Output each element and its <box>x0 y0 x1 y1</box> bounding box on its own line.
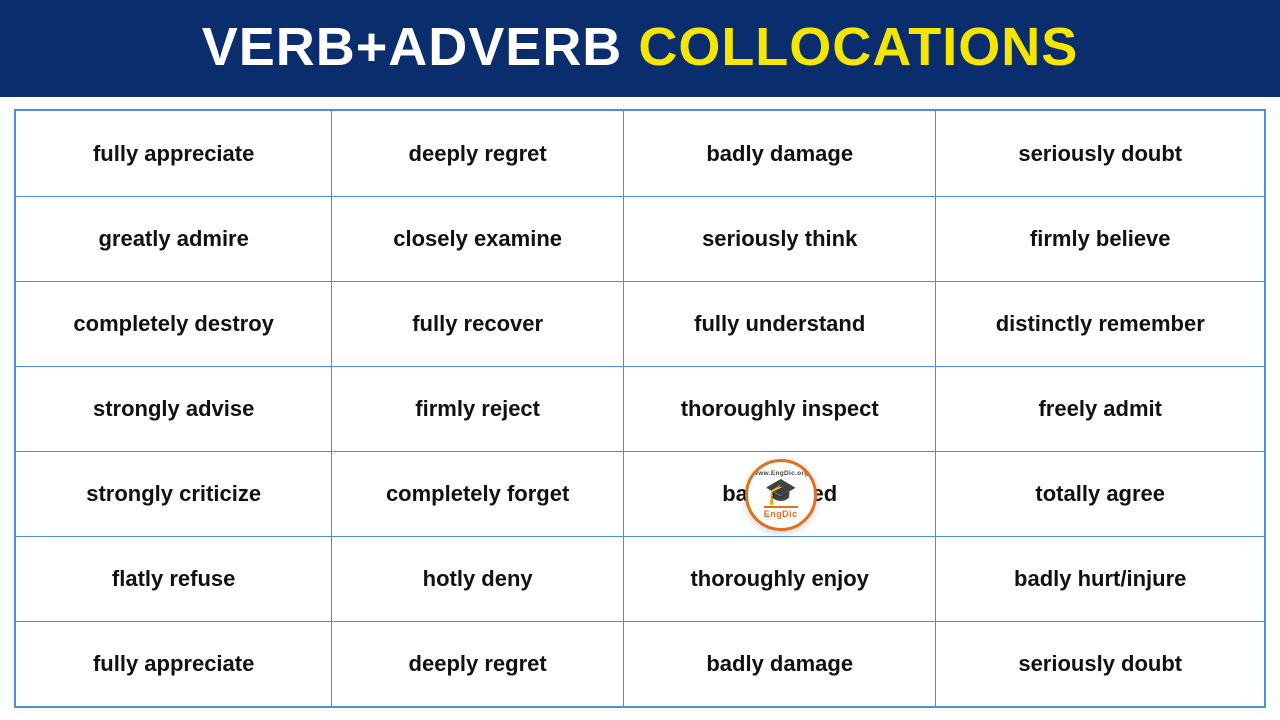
table-cell: strongly criticize <box>15 451 332 536</box>
table-cell: badly damage <box>623 621 936 707</box>
title-yellow-part: COLLOCATIONS <box>622 17 1078 77</box>
table-cell: deeply regret <box>332 621 624 707</box>
page-title: VERB+ADVERB COLLOCATIONS <box>202 18 1079 77</box>
table-cell: seriously think <box>623 196 936 281</box>
title-white-part: VERB+ADVERB <box>202 17 623 77</box>
page-wrapper: VERB+ADVERB COLLOCATIONS fully appreciat… <box>0 0 1280 720</box>
table-cell: firmly believe <box>936 196 1265 281</box>
table-cell: freely admit <box>936 366 1265 451</box>
table-cell: completely destroy <box>15 281 332 366</box>
table-cell: deeply regret <box>332 110 624 196</box>
table-cell: seriously doubt <box>936 110 1265 196</box>
table-cell: completely forget <box>332 451 624 536</box>
table-cell: firmly reject <box>332 366 624 451</box>
table-cell: badly damage <box>623 110 936 196</box>
table-cell: badly hurt/injure <box>936 536 1265 621</box>
table-cell: fully appreciate <box>15 621 332 707</box>
table-cell: badly need www.EngDic.org 🎓 EngDic <box>623 451 936 536</box>
table-cell: strongly advise <box>15 366 332 451</box>
table-cell: closely examine <box>332 196 624 281</box>
table-cell: fully recover <box>332 281 624 366</box>
header: VERB+ADVERB COLLOCATIONS <box>0 0 1280 97</box>
table-cell: seriously doubt <box>936 621 1265 707</box>
engdic-logo: www.EngDic.org 🎓 EngDic <box>745 459 815 529</box>
table-cell: totally agree <box>936 451 1265 536</box>
table-container: fully appreciatedeeply regretbadly damag… <box>0 97 1280 720</box>
table-cell: flatly refuse <box>15 536 332 621</box>
table-cell: fully appreciate <box>15 110 332 196</box>
table-cell: distinctly remember <box>936 281 1265 366</box>
table-cell: fully understand <box>623 281 936 366</box>
table-cell: thoroughly inspect <box>623 366 936 451</box>
table-cell: thoroughly enjoy <box>623 536 936 621</box>
collocations-table: fully appreciatedeeply regretbadly damag… <box>14 109 1266 708</box>
table-cell: greatly admire <box>15 196 332 281</box>
table-cell: hotly deny <box>332 536 624 621</box>
